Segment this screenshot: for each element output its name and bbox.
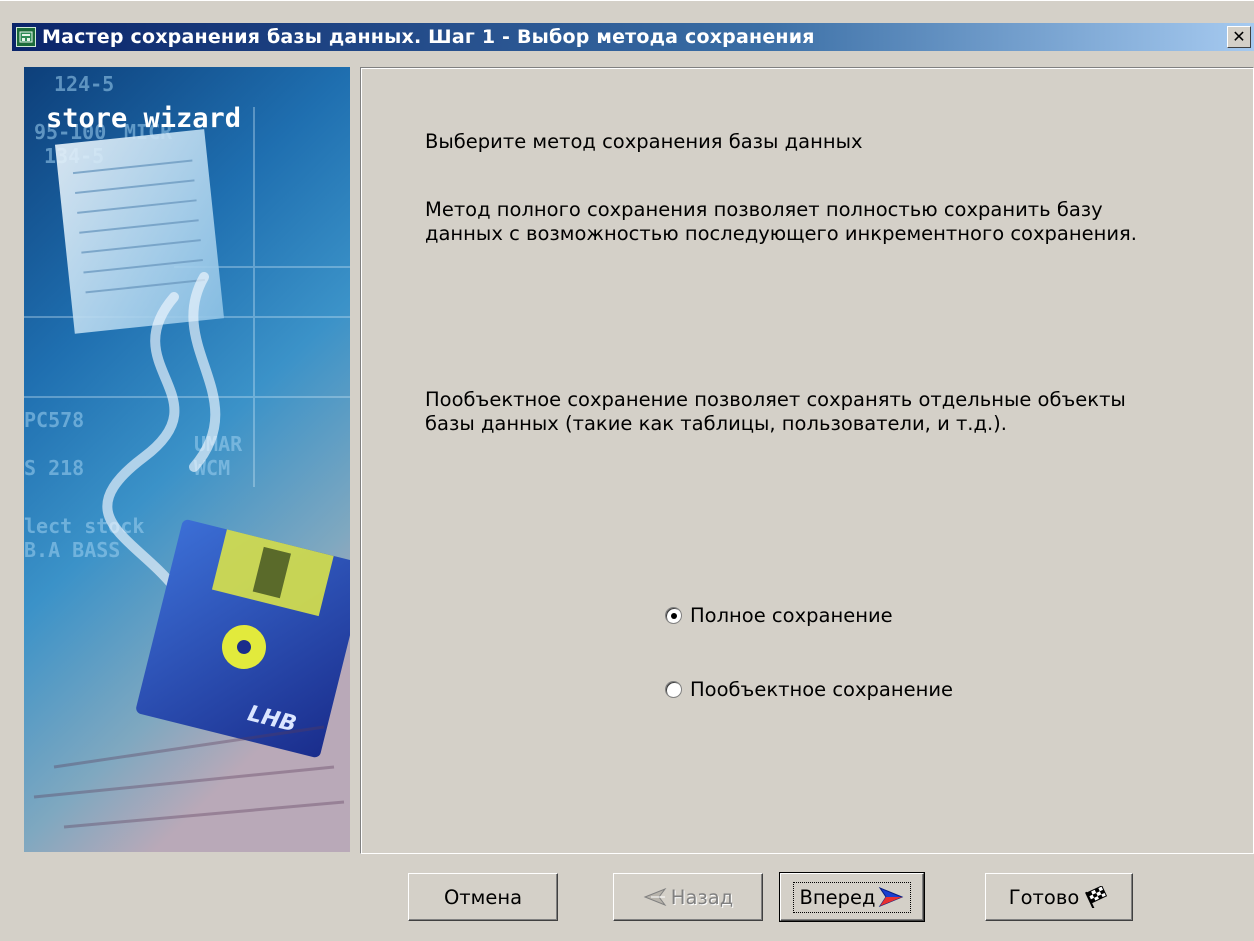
decor-text: 124-5	[54, 72, 114, 96]
wizard-side-image: 124-5 95-100 MICR 134-5 PC578 UMAR WCM S…	[24, 67, 350, 852]
radio-object-save-label[interactable]: Пообъектное сохранение	[690, 678, 953, 701]
next-arrow-icon	[878, 887, 904, 907]
radio-full-save-label[interactable]: Полное сохранение	[690, 604, 893, 627]
finish-button[interactable]: Готово	[985, 873, 1133, 921]
radio-button[interactable]	[665, 681, 682, 698]
app-icon	[16, 27, 36, 47]
close-icon: ✕	[1232, 27, 1246, 46]
decor-text: S 218	[24, 456, 84, 480]
wizard-window: Мастер сохранения базы данных. Шаг 1 - В…	[0, 0, 1254, 941]
radio-button-selected[interactable]	[665, 607, 682, 624]
decor-text: B.A BASS	[24, 538, 120, 562]
next-button[interactable]: Вперед	[779, 872, 925, 922]
content-panel: Выберите метод сохранения базы данных Ме…	[360, 67, 1254, 854]
next-button-label: Вперед	[799, 885, 876, 909]
radio-full-save[interactable]: Полное сохранение	[665, 604, 893, 627]
prompt-text: Выберите метод сохранения базы данных	[425, 130, 863, 153]
title-bar[interactable]: Мастер сохранения базы данных. Шаг 1 - В…	[12, 23, 1254, 51]
radio-object-save[interactable]: Пообъектное сохранение	[665, 678, 953, 701]
close-button[interactable]: ✕	[1227, 26, 1251, 48]
back-arrow-icon	[643, 888, 667, 906]
cancel-button[interactable]: Отмена	[408, 873, 558, 921]
store-wizard-logo: store wizard	[46, 103, 241, 134]
full-save-description: Метод полного сохранения позволяет полно…	[425, 198, 1137, 245]
back-button[interactable]: Назад	[613, 873, 763, 921]
next-focus-ring: Вперед	[792, 881, 912, 913]
finish-button-label: Готово	[1008, 885, 1080, 909]
object-save-description: Пообъектное сохранение позволяет сохраня…	[425, 388, 1126, 435]
window-title: Мастер сохранения базы данных. Шаг 1 - В…	[42, 26, 815, 48]
back-button-label: Назад	[670, 885, 734, 909]
decor-text: PC578	[24, 408, 84, 432]
cancel-button-label: Отмена	[443, 885, 523, 909]
radio-dot-icon	[670, 612, 677, 619]
checkered-flag-icon	[1085, 886, 1109, 908]
